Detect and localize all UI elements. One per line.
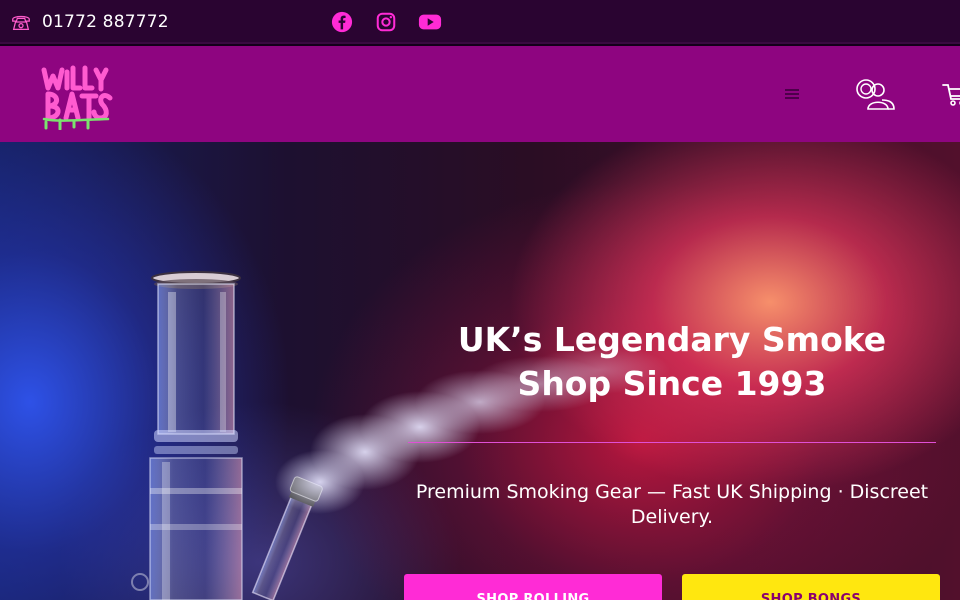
hero-subtitle: Premium Smoking Gear — Fast UK Shipping … [415,481,929,528]
shop-rolling-button[interactable]: SHOP ROLLING [404,574,662,600]
hero-banner: UK’s Legendary Smoke Shop Since 1993 Pre… [0,142,960,600]
account-icon[interactable] [853,78,897,112]
social-links [330,10,442,34]
site-header [0,46,960,142]
hero-divider [408,442,936,443]
facebook-icon[interactable] [330,10,354,34]
youtube-icon[interactable] [418,10,442,34]
menu-icon[interactable] [785,87,799,101]
phone-number[interactable]: 01772 887772 [42,12,169,32]
site-logo[interactable] [38,62,118,130]
instagram-icon[interactable] [374,10,398,34]
phone-contact[interactable]: 01772 887772 [10,11,169,33]
top-bar: 01772 887772 [0,0,960,44]
cart-icon[interactable] [942,81,960,107]
shop-bongs-button[interactable]: SHOP BONGS [682,574,940,600]
hero-title: UK’s Legendary Smoke Shop Since 1993 [457,320,887,403]
telephone-icon [12,15,30,30]
